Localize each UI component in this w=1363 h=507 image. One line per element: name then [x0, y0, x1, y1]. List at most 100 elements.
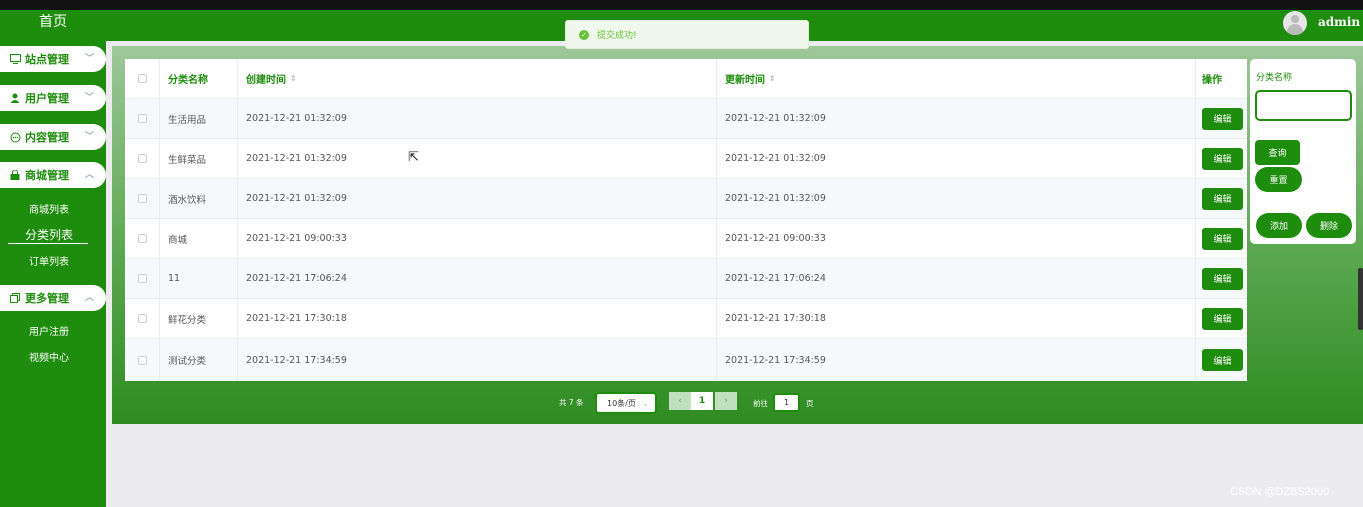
chevron-right-icon: ›	[724, 396, 728, 406]
chevron-down-icon: ⌄	[642, 399, 649, 408]
query-button[interactable]: 查询	[1255, 140, 1300, 165]
cell-created: 2021-12-21 17:34:59	[238, 339, 717, 381]
cell-action: 编辑	[1196, 339, 1247, 381]
header-created-label: 创建时间	[246, 75, 286, 86]
header-name: 分类名称	[160, 59, 238, 98]
sort-icon[interactable]: ⇕	[290, 74, 297, 83]
active-underline	[8, 243, 88, 244]
delete-button[interactable]: 删除	[1306, 213, 1352, 238]
header-created[interactable]: 创建时间 ⇕	[238, 59, 717, 98]
pagination-total: 共 7 条	[559, 398, 584, 407]
row-select-cell	[125, 99, 160, 138]
chevron-down-icon: ﹀	[84, 54, 94, 64]
page-size-value: 10条/页	[607, 398, 636, 408]
edit-button[interactable]: 编辑	[1202, 349, 1243, 371]
header-updated[interactable]: 更新时间 ⇕	[717, 59, 1196, 98]
goto-suffix: 页	[806, 399, 814, 408]
goto-page-input[interactable]: 1	[773, 393, 800, 412]
menu-label: 更多管理	[25, 292, 69, 305]
mouse-cursor-icon: ⇱	[408, 150, 419, 165]
cell-updated: 2021-12-21 17:34:59	[717, 339, 1196, 381]
cell-action: 编辑	[1196, 99, 1247, 138]
cell-name: 生活用品	[160, 99, 238, 138]
menu-more-management[interactable]: 更多管理 ︿	[0, 285, 106, 311]
chat-icon	[9, 131, 21, 143]
menu-label: 用户管理	[25, 92, 69, 105]
row-checkbox[interactable]	[137, 154, 147, 163]
scrollbar[interactable]	[1358, 268, 1363, 330]
select-all-cell	[125, 59, 160, 98]
row-select-cell	[125, 179, 160, 218]
cell-name: 生鲜菜品	[160, 139, 238, 178]
user-icon	[9, 92, 21, 104]
sidebar-item-video-center[interactable]: 视频中心	[0, 349, 98, 364]
chevron-left-icon: ‹	[678, 396, 682, 406]
cell-created: 2021-12-21 01:32:09	[238, 139, 717, 178]
edit-button[interactable]: 编辑	[1202, 107, 1243, 130]
cell-name: 鲜花分类	[160, 299, 238, 338]
copy-icon	[9, 292, 21, 304]
sort-icon[interactable]: ⇕	[769, 74, 776, 83]
row-checkbox[interactable]	[137, 194, 147, 203]
page-size-select[interactable]: 10条/页 ⌄	[595, 392, 657, 414]
sidebar-item-order-list[interactable]: 订单列表	[0, 253, 98, 268]
reset-button[interactable]: 重置	[1255, 167, 1302, 192]
sidebar-item-category-list[interactable]: 分类列表	[0, 226, 98, 243]
menu-site-management[interactable]: 站点管理 ﹀	[0, 46, 106, 72]
row-checkbox[interactable]	[137, 314, 147, 323]
username[interactable]: admin	[1318, 15, 1360, 29]
sidebar-item-shop-list[interactable]: 商城列表	[0, 201, 98, 216]
menu-content-management[interactable]: 内容管理 ﹀	[0, 124, 106, 150]
cell-created: 2021-12-21 01:32:09	[238, 99, 717, 138]
cell-name: 酒水饮料	[160, 179, 238, 218]
cell-updated: 2021-12-21 17:06:24	[717, 259, 1196, 298]
cell-created: 2021-12-21 17:30:18	[238, 299, 717, 338]
table-header-row: 分类名称 创建时间 ⇕ 更新时间 ⇕ 操作	[125, 59, 1247, 99]
sidebar-home[interactable]: 首页	[0, 10, 106, 38]
next-page-button[interactable]: ›	[715, 392, 737, 410]
edit-button[interactable]: 编辑	[1202, 227, 1243, 250]
menu-user-management[interactable]: 用户管理 ﹀	[0, 85, 106, 111]
chevron-down-icon: ﹀	[84, 132, 94, 142]
check-circle-icon: ✓	[579, 29, 589, 40]
table-row: 生鲜菜品 2021-12-21 01:32:09 2021-12-21 01:3…	[125, 139, 1247, 179]
page-number[interactable]: 1	[691, 392, 713, 410]
add-button[interactable]: 添加	[1256, 213, 1302, 238]
row-checkbox[interactable]	[137, 234, 147, 243]
header-updated-label: 更新时间	[725, 75, 765, 86]
cell-updated: 2021-12-21 01:32:09	[717, 99, 1196, 138]
row-select-cell	[125, 219, 160, 258]
menu-label: 商城管理	[25, 169, 69, 182]
cell-updated: 2021-12-21 01:32:09	[717, 139, 1196, 178]
cell-name: 测试分类	[160, 339, 238, 381]
cell-created: 2021-12-21 09:00:33	[238, 219, 717, 258]
chevron-up-icon: ︿	[84, 293, 94, 303]
table-row: 生活用品 2021-12-21 01:32:09 2021-12-21 01:3…	[125, 99, 1247, 139]
goto-label: 前往	[753, 399, 768, 408]
cell-updated: 2021-12-21 09:00:33	[717, 219, 1196, 258]
search-panel: 分类名称 查询 重置 添加 删除	[1250, 59, 1356, 244]
edit-button[interactable]: 编辑	[1202, 187, 1243, 210]
prev-page-button[interactable]: ‹	[669, 392, 691, 410]
menu-shop-management[interactable]: 商城管理 ︿	[0, 162, 106, 188]
cell-action: 编辑	[1196, 139, 1247, 178]
header-action: 操作	[1202, 75, 1222, 86]
sidebar-item-user-register[interactable]: 用户注册	[0, 323, 98, 338]
row-checkbox[interactable]	[137, 274, 147, 283]
category-name-input[interactable]	[1255, 90, 1352, 121]
top-strip	[0, 0, 1363, 13]
edit-button[interactable]: 编辑	[1202, 307, 1243, 330]
row-select-cell	[125, 339, 160, 381]
chevron-up-icon: ︿	[84, 170, 94, 180]
row-checkbox[interactable]	[137, 114, 147, 123]
menu-label: 内容管理	[25, 131, 69, 144]
edit-button[interactable]: 编辑	[1202, 267, 1243, 290]
table-row: 鲜花分类 2021-12-21 17:30:18 2021-12-21 17:3…	[125, 299, 1247, 339]
row-checkbox[interactable]	[137, 355, 147, 365]
edit-button[interactable]: 编辑	[1202, 147, 1243, 170]
select-all-checkbox[interactable]	[137, 74, 147, 83]
table-row: 11 2021-12-21 17:06:24 2021-12-21 17:06:…	[125, 259, 1247, 299]
monitor-icon	[9, 53, 21, 65]
avatar[interactable]	[1283, 11, 1307, 35]
search-label: 分类名称	[1256, 73, 1293, 83]
